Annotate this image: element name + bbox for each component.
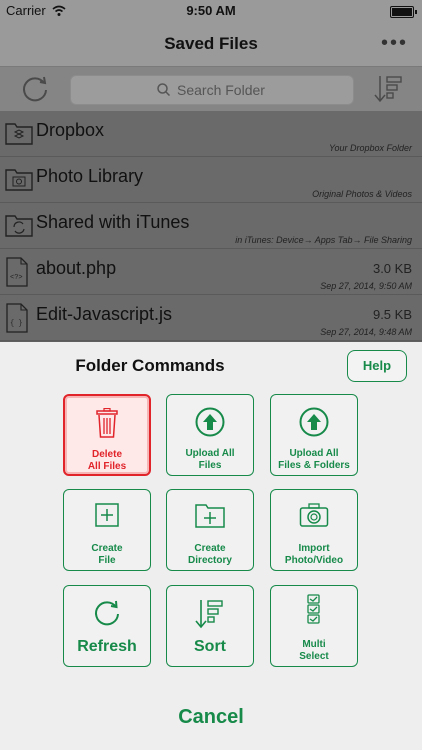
trash-icon [96, 407, 118, 438]
help-button[interactable]: Help [347, 350, 407, 382]
navigation-bar: Saved Files ••• [0, 22, 422, 66]
delete-all-files-button[interactable]: Delete All Files [63, 394, 151, 476]
toolbar: Search Folder [0, 66, 422, 111]
upload-icon [195, 407, 225, 437]
page-title: Saved Files [164, 34, 258, 53]
command-label: Sort [194, 638, 226, 655]
file-name: Dropbox [36, 120, 105, 140]
folder-commands-sheet: Folder Commands Help Delete All Files Upl… [0, 342, 422, 750]
sort-icon [195, 600, 223, 629]
command-label: Create Directory [188, 543, 232, 566]
status-bar: Carrier 9:50 AM [0, 0, 422, 22]
sync-folder-icon [5, 215, 33, 237]
command-label: Upload All Files & Folders [278, 448, 350, 471]
file-name: Edit-Javascript.js [36, 304, 173, 324]
search-placeholder: Search Folder [177, 82, 265, 98]
svg-text:{ }: { } [10, 320, 23, 328]
new-file-icon [95, 503, 119, 527]
command-label: Multi Select [299, 639, 329, 662]
file-size: 3.0 KB [372, 261, 412, 276]
file-name: Photo Library [36, 166, 144, 186]
js-file-icon: { } [6, 303, 28, 333]
sort-icon[interactable] [374, 74, 404, 104]
command-label: Upload All Files [185, 448, 235, 471]
import-photo-video-button[interactable]: Import Photo/Video [270, 489, 358, 571]
file-subtitle: Original Photos & Videos [312, 189, 412, 199]
php-file-icon: <?> [6, 257, 28, 287]
sheet-title: Folder Commands [75, 356, 225, 375]
refresh-icon[interactable] [18, 73, 52, 107]
list-item[interactable]: <?> about.php 3.0 KB Sep 27, 2014, 9:50 … [0, 249, 422, 295]
new-folder-icon [195, 504, 225, 528]
list-item[interactable]: { } Edit-Javascript.js 9.5 KB Sep 27, 20… [0, 295, 422, 341]
search-input[interactable]: Search Folder [70, 75, 354, 105]
svg-text:<?>: <?> [10, 274, 23, 282]
command-label: Delete All Files [87, 449, 127, 472]
multi-select-button[interactable]: Multi Select [270, 585, 358, 667]
command-label: Create File [91, 543, 123, 566]
refresh-button[interactable]: Refresh [63, 585, 151, 667]
create-directory-button[interactable]: Create Directory [166, 489, 254, 571]
dropbox-folder-icon [5, 123, 33, 145]
refresh-icon [95, 600, 119, 626]
file-name: Shared with iTunes [36, 212, 190, 232]
camera-icon [299, 503, 329, 527]
command-label: Refresh [77, 638, 137, 655]
more-options-button[interactable]: ••• [381, 32, 408, 55]
file-date: Sep 27, 2014, 9:50 AM [320, 281, 412, 291]
photo-folder-icon [5, 169, 33, 191]
cancel-button[interactable]: Cancel [0, 706, 422, 729]
file-size: 9.5 KB [372, 307, 412, 322]
battery-icon [390, 6, 417, 18]
file-subtitle: in iTunes: Device→ Apps Tab→ File Sharin… [235, 235, 412, 245]
list-item[interactable]: Dropbox Your Dropbox Folder [0, 111, 422, 157]
upload-all-files-button[interactable]: Upload All Files [166, 394, 254, 476]
file-list: Dropbox Your Dropbox Folder Photo Librar… [0, 111, 422, 341]
command-label: Import Photo/Video [284, 543, 344, 566]
list-item[interactable]: Shared with iTunes in iTunes: Device→ Ap… [0, 203, 422, 249]
file-name: about.php [36, 258, 117, 278]
list-item[interactable]: Photo Library Original Photos & Videos [0, 157, 422, 203]
create-file-button[interactable]: Create File [63, 489, 151, 571]
clock: 9:50 AM [186, 3, 236, 18]
sort-button[interactable]: Sort [166, 585, 254, 667]
upload-all-files-folders-button[interactable]: Upload All Files & Folders [270, 394, 358, 476]
file-date: Sep 27, 2014, 9:48 AM [320, 327, 412, 337]
upload-icon [299, 407, 329, 437]
file-subtitle: Your Dropbox Folder [328, 143, 412, 153]
checklist-icon [307, 594, 320, 624]
search-icon [157, 83, 170, 96]
